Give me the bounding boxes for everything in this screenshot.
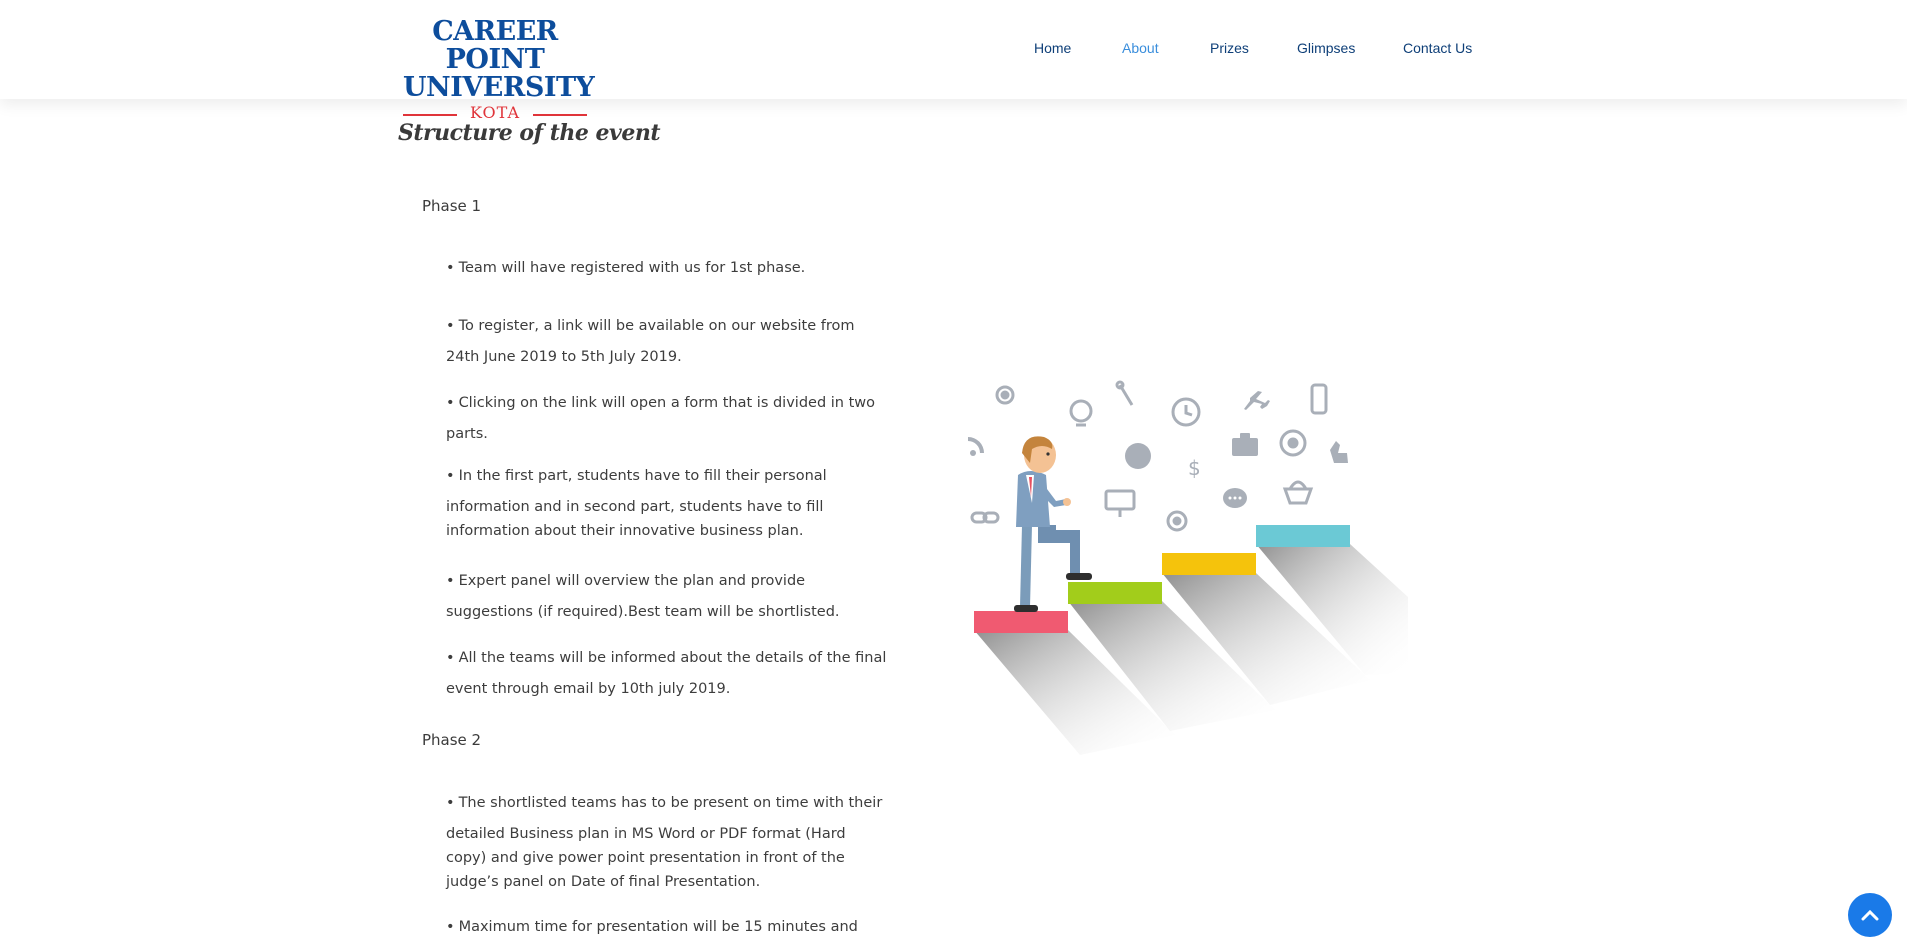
list-item: • All the teams will be informed about th… <box>446 650 887 697</box>
step-2 <box>1068 582 1162 604</box>
list-item: • Maximum time for presentation will be 1… <box>446 919 858 935</box>
logo-line-3: KOTA <box>470 103 520 122</box>
rss-icon <box>968 437 984 456</box>
chevron-up-icon <box>1861 909 1879 921</box>
gear-icon <box>1166 510 1188 532</box>
list-item: • Expert panel will overview the plan and… <box>446 573 840 620</box>
scroll-to-top-button[interactable] <box>1848 893 1892 937</box>
list-item: • To register, a link will be available o… <box>446 318 855 365</box>
clock-icon <box>1171 397 1201 427</box>
list-item: • In the first part, students have to fil… <box>446 468 827 539</box>
nav-contact-us[interactable]: Contact Us <box>1403 40 1472 56</box>
site-header: CAREER POINT UNIVERSITY KOTA Home About … <box>0 0 1907 122</box>
thumbs-up-icon <box>1330 441 1348 463</box>
step-4 <box>1256 525 1350 547</box>
phone-icon <box>1310 383 1328 415</box>
briefcase-icon <box>1232 433 1258 456</box>
wrench-icon <box>1115 380 1134 406</box>
logo-rule-left <box>403 114 457 116</box>
nav-home[interactable]: Home <box>1034 40 1071 56</box>
list-item: • Clicking on the link will open a form t… <box>446 395 876 442</box>
list-item: • Team will have registered with us for 1… <box>446 260 806 276</box>
dollar-icon: $ <box>1188 456 1201 480</box>
link-icon <box>970 511 1000 524</box>
monitor-icon <box>1104 489 1136 517</box>
nav-prizes[interactable]: Prizes <box>1210 40 1249 56</box>
phase-2-heading: Phase 2 <box>422 731 482 749</box>
lightbulb-icon <box>1069 399 1093 427</box>
step-3 <box>1162 553 1256 575</box>
list-item: • The shortlisted teams has to be present… <box>446 795 883 890</box>
nav-glimpses[interactable]: Glimpses <box>1297 40 1355 56</box>
basket-icon <box>1282 480 1314 505</box>
university-logo[interactable]: CAREER POINT UNIVERSITY KOTA <box>403 16 595 124</box>
gear-icon <box>995 385 1015 405</box>
airplane-icon <box>1244 391 1270 410</box>
globe-icon <box>1125 443 1151 469</box>
gear-icon <box>1279 429 1307 457</box>
staircase-illustration: $ <box>968 380 1408 755</box>
logo-line-2: UNIVERSITY <box>403 72 595 103</box>
nav-about[interactable]: About <box>1122 40 1159 56</box>
logo-row-3: KOTA <box>403 102 587 124</box>
step-1 <box>974 611 1068 633</box>
phase-1-heading: Phase 1 <box>422 197 482 215</box>
logo-line-1: CAREER POINT <box>432 16 558 75</box>
logo-rule-right <box>533 114 587 116</box>
